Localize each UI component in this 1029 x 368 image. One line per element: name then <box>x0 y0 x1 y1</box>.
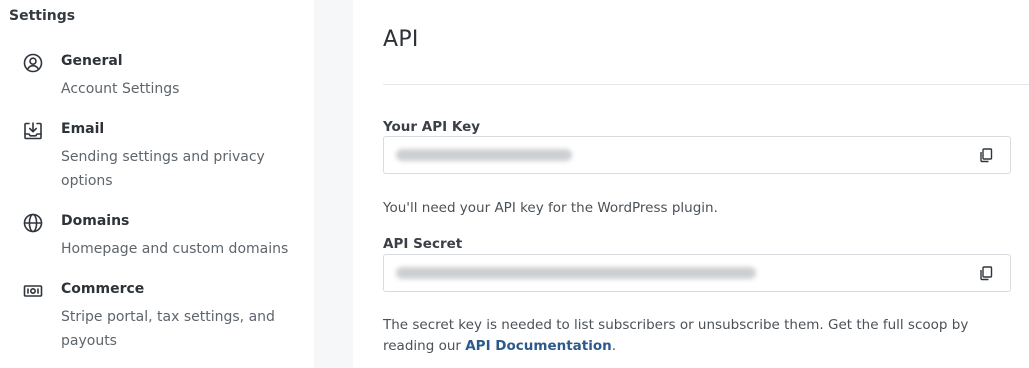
settings-sidebar: Settings General Account Settings Email … <box>0 0 314 368</box>
copy-icon[interactable] <box>978 265 994 281</box>
title-divider <box>383 84 1029 85</box>
api-documentation-link[interactable]: API Documentation <box>465 338 612 354</box>
api-secret-help: The secret key is needed to list subscri… <box>383 315 1013 357</box>
page-title: API <box>383 27 419 52</box>
api-settings-panel: API Your API Key You'll need your API ke… <box>353 0 1029 368</box>
sidebar-item-domains[interactable]: Domains Homepage and custom domains <box>22 212 302 260</box>
inbox-download-icon <box>22 120 44 142</box>
sidebar-item-label: Email <box>61 121 105 137</box>
banknote-icon <box>22 280 44 302</box>
user-circle-icon <box>22 52 44 74</box>
sidebar-item-email[interactable]: Email Sending settings and privacy optio… <box>22 120 302 192</box>
api-secret-help-suffix: . <box>611 338 617 354</box>
sidebar-item-label: Commerce <box>61 281 145 297</box>
api-secret-field[interactable] <box>383 254 1011 292</box>
sidebar-item-label: General <box>61 53 123 69</box>
sidebar-item-description: Stripe portal, tax settings, and payouts <box>61 309 275 349</box>
sidebar-item-commerce[interactable]: Commerce Stripe portal, tax settings, an… <box>22 280 302 352</box>
api-secret-value <box>396 267 756 279</box>
sidebar-item-description: Account Settings <box>61 81 180 97</box>
api-key-label: Your API Key <box>383 119 481 135</box>
api-key-help: You'll need your API key for the WordPre… <box>383 200 718 216</box>
sidebar-item-label: Domains <box>61 213 130 229</box>
sidebar-gutter <box>314 0 353 368</box>
sidebar-title: Settings <box>9 8 76 24</box>
sidebar-item-general[interactable]: General Account Settings <box>22 52 302 100</box>
api-key-field[interactable] <box>383 136 1011 174</box>
globe-icon <box>22 212 44 234</box>
sidebar-item-description: Sending settings and privacy options <box>61 149 265 189</box>
api-secret-label: API Secret <box>383 236 463 252</box>
api-key-value <box>396 149 572 161</box>
sidebar-item-description: Homepage and custom domains <box>61 241 289 257</box>
copy-icon[interactable] <box>978 147 994 163</box>
